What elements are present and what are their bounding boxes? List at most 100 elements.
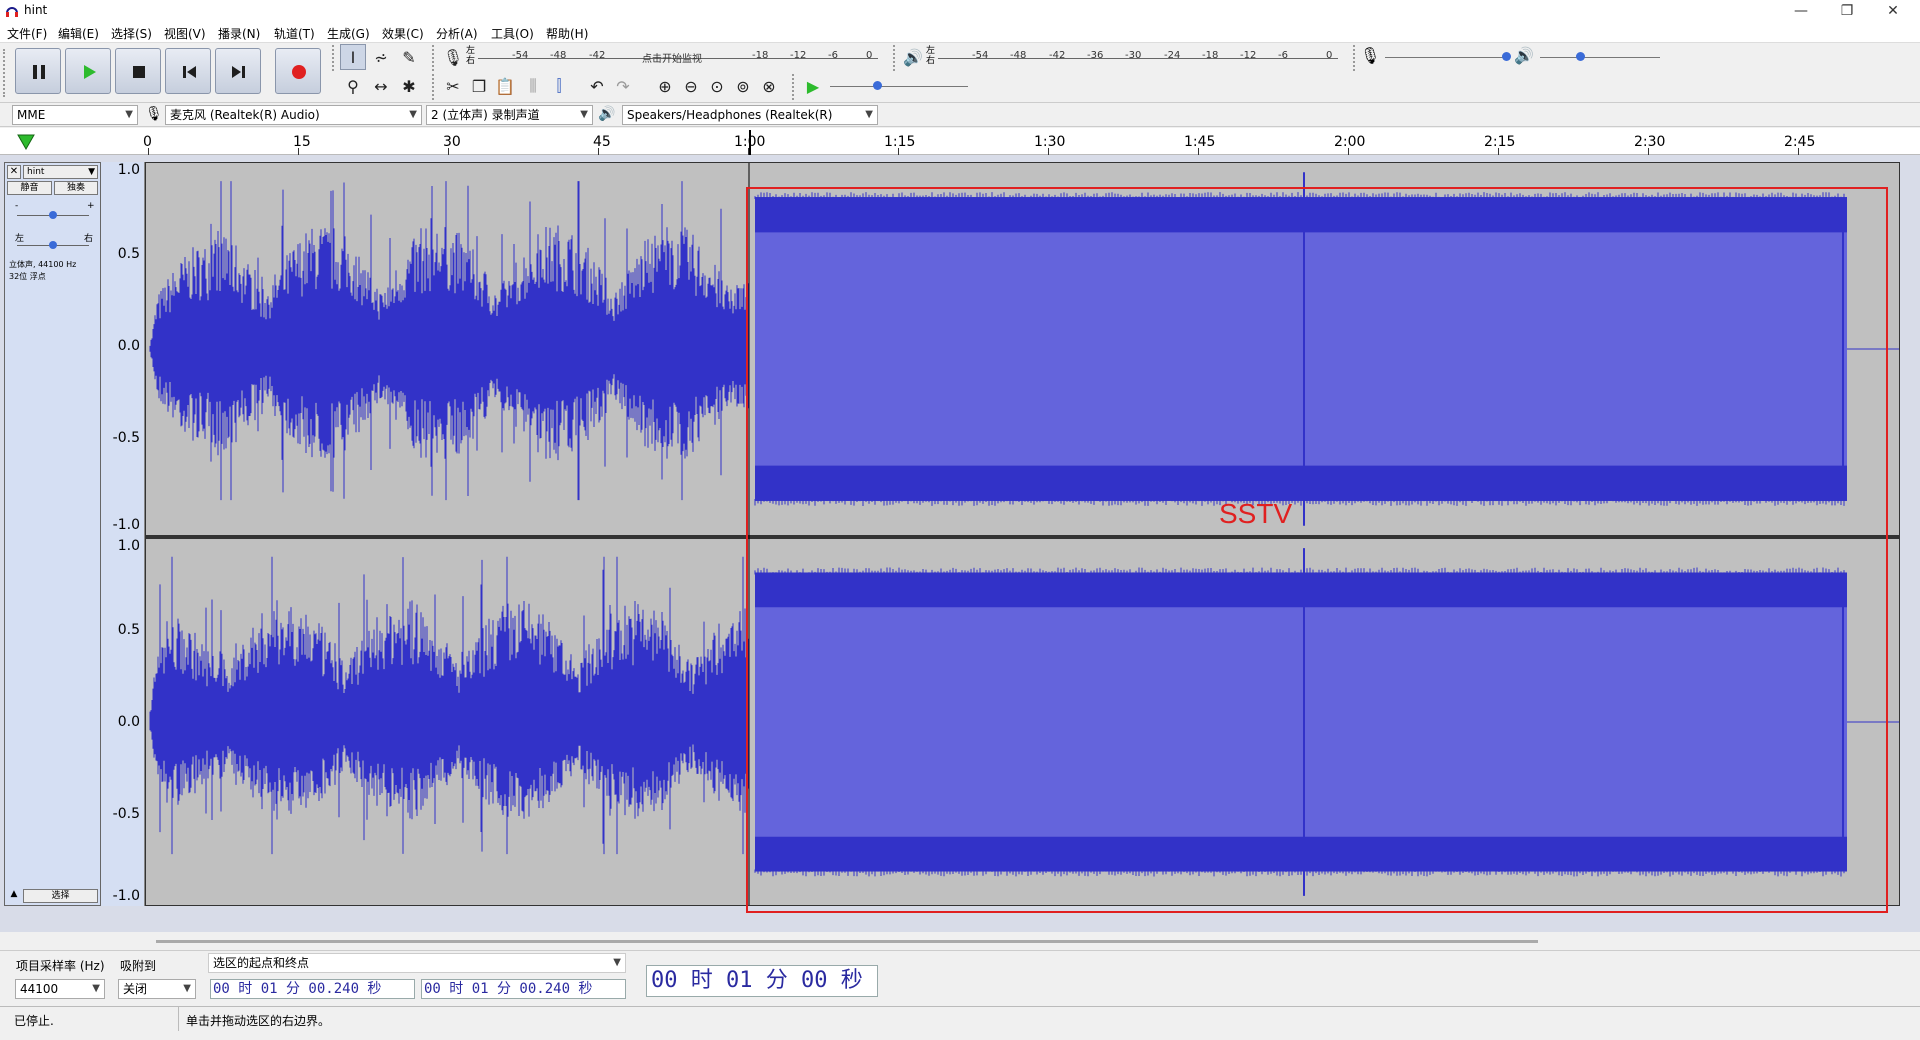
audio-position-time[interactable]: 00 时 01 分 00 秒 — [646, 965, 878, 997]
time-shift-tool[interactable]: ↔ — [368, 73, 394, 99]
menu-help[interactable]: 帮助(H) — [546, 25, 588, 42]
app-icon — [6, 7, 18, 17]
zoom-out-button[interactable]: ⊖ — [678, 73, 704, 99]
mixer-grip[interactable] — [1353, 45, 1359, 71]
menu-edit[interactable]: 编辑(E) — [58, 25, 99, 42]
maximize-button[interactable]: ❐ — [1824, 0, 1870, 23]
recording-volume-slider[interactable] — [1385, 57, 1505, 58]
speaker-icon: 🔊 — [598, 106, 616, 122]
play-speed-grip[interactable] — [792, 74, 798, 100]
copy-button[interactable]: ❐ — [466, 73, 492, 99]
playback-volume-thumb[interactable] — [1576, 52, 1585, 61]
menu-generate[interactable]: 生成(G) — [327, 25, 370, 42]
horizontal-scrollbar[interactable] — [0, 932, 1920, 950]
record-meter-button[interactable]: 🎙 — [440, 44, 466, 70]
track-name-menu[interactable]: hint ▼ — [23, 165, 98, 179]
track-close-button[interactable]: ✕ — [7, 165, 21, 179]
audio-host-value: MME — [17, 108, 46, 122]
menu-transport[interactable]: 播录(N) — [218, 25, 260, 42]
silence-button[interactable]: ⫿ — [546, 73, 572, 99]
minimize-button[interactable]: — — [1778, 0, 1824, 23]
play-head-triangle-icon[interactable] — [17, 134, 35, 150]
close-button[interactable]: ✕ — [1870, 0, 1916, 23]
zoom-in-button[interactable]: ⊕ — [652, 73, 678, 99]
track-control-panel[interactable]: ✕ hint ▼ 静音 独奏 - + 左 右 立体声, 44100 Hz 32位… — [4, 162, 101, 906]
selection-start-time[interactable]: 00 时 01 分 00.240 秒 — [210, 979, 415, 999]
audio-host-select[interactable]: MME ▼ — [12, 105, 138, 125]
waveform-music-section — [149, 556, 749, 855]
playback-volume-slider[interactable] — [1540, 57, 1660, 58]
chevron-down-icon: ▼ — [613, 957, 621, 968]
ruler-tick-mark — [148, 148, 149, 155]
ruler-tick-label: 2:45 — [1784, 134, 1816, 150]
envelope-tool[interactable]: ⩫ — [368, 44, 394, 70]
pause-button[interactable] — [15, 48, 61, 94]
waveform-sstv-bottom-band — [755, 465, 1847, 501]
draw-tool[interactable]: ✎ — [396, 44, 422, 70]
fit-selection-button[interactable]: ⊙ — [704, 73, 730, 99]
play-meter-grip[interactable] — [893, 45, 899, 71]
playback-device-select[interactable]: Speakers/Headphones (Realtek(R) ▼ — [622, 105, 878, 125]
play-at-speed-button[interactable]: ▶ — [800, 73, 826, 99]
ruler-tick-label: 2:00 — [1334, 134, 1366, 150]
ruler-tick-mark — [898, 148, 899, 155]
ruler-tick-mark — [1048, 148, 1049, 155]
paste-button[interactable]: 📋 — [492, 73, 518, 99]
toolbar-grip[interactable] — [3, 49, 9, 97]
selection-tool[interactable]: I — [340, 44, 366, 70]
recording-volume-thumb[interactable] — [1502, 52, 1511, 61]
device-toolbar: MME ▼ 🎙 麦克风 (Realtek(R) Audio) ▼ 2 (立体声) 录… — [0, 103, 1920, 127]
trim-button[interactable]: ⫼ — [520, 73, 546, 99]
recording-device-select[interactable]: 麦克风 (Realtek(R) Audio) ▼ — [165, 105, 422, 125]
menu-tools[interactable]: 工具(O) — [491, 25, 534, 42]
play-at-speed-icon: ▶ — [806, 76, 820, 96]
chevron-down-icon: ▼ — [88, 167, 95, 177]
gain-slider-thumb[interactable] — [49, 211, 57, 219]
multi-tool[interactable]: ✱ — [396, 73, 422, 99]
play-speed-thumb[interactable] — [873, 81, 882, 90]
skip-end-button[interactable] — [215, 48, 261, 94]
cut-button[interactable]: ✂ — [440, 73, 466, 99]
zoom-tool[interactable]: ⚲ — [340, 73, 366, 99]
ruler-tick-mark — [1798, 148, 1799, 155]
menu-effect[interactable]: 效果(C) — [382, 25, 424, 42]
select-track-button[interactable]: 选择 — [23, 889, 98, 903]
stop-button[interactable] — [115, 48, 161, 94]
selection-mode-select[interactable]: 选区的起点和终点 ▼ — [208, 953, 626, 973]
play-icon — [84, 65, 96, 79]
snap-to-value: 关闭 — [123, 982, 148, 996]
undo-button[interactable]: ↶ — [584, 73, 610, 99]
menu-view[interactable]: 视图(V) — [164, 25, 206, 42]
project-rate-select[interactable]: 44100 ▼ — [15, 979, 105, 999]
record-meter-grip[interactable] — [432, 45, 438, 71]
waveform-display[interactable]: SSTV — [145, 162, 1900, 913]
solo-button[interactable]: 独奏 — [54, 181, 98, 195]
waveform-canvas[interactable] — [146, 163, 1899, 905]
chevron-down-icon: ▼ — [183, 983, 191, 994]
timeline-ruler[interactable]: 01530451:001:151:301:452:002:152:302:45 — [0, 128, 1920, 155]
recording-channels-select[interactable]: 2 (立体声) 录制声道 ▼ — [426, 105, 593, 125]
menu-select[interactable]: 选择(S) — [111, 25, 152, 42]
play-meter-scale[interactable]: -54 -48 -42 -36 -30 -24 -18 -12 -6 0 — [938, 44, 1338, 70]
menu-analyze[interactable]: 分析(A) — [436, 25, 478, 42]
zoom-toggle-button[interactable]: ⊗ — [756, 73, 782, 99]
edit-grip[interactable] — [432, 74, 438, 100]
redo-button[interactable]: ↷ — [610, 73, 636, 99]
skip-start-button[interactable] — [165, 48, 211, 94]
snap-to-select[interactable]: 关闭 ▼ — [118, 979, 196, 999]
pan-slider-thumb[interactable] — [49, 241, 57, 249]
collapse-track-button[interactable]: ▲ — [7, 889, 21, 903]
record-meter-scale[interactable]: -54 -48 -42 点击开始监视 -18 -12 -6 0 — [478, 44, 878, 70]
tools-grip[interactable] — [332, 45, 338, 71]
fit-project-button[interactable]: ⊚ — [730, 73, 756, 99]
play-button[interactable] — [65, 48, 111, 94]
menu-tracks[interactable]: 轨道(T) — [274, 25, 315, 42]
play-meter-button[interactable]: 🔊 — [900, 44, 926, 70]
record-meter-prompt[interactable]: 点击开始监视 — [642, 50, 702, 65]
selection-end-time[interactable]: 00 时 01 分 00.240 秒 — [421, 979, 626, 999]
mute-button[interactable]: 静音 — [7, 181, 52, 195]
scrollbar-thumb[interactable] — [156, 940, 1538, 943]
record-button[interactable] — [275, 48, 321, 94]
play-speed-slider[interactable] — [830, 86, 968, 87]
menu-file[interactable]: 文件(F) — [7, 25, 47, 42]
